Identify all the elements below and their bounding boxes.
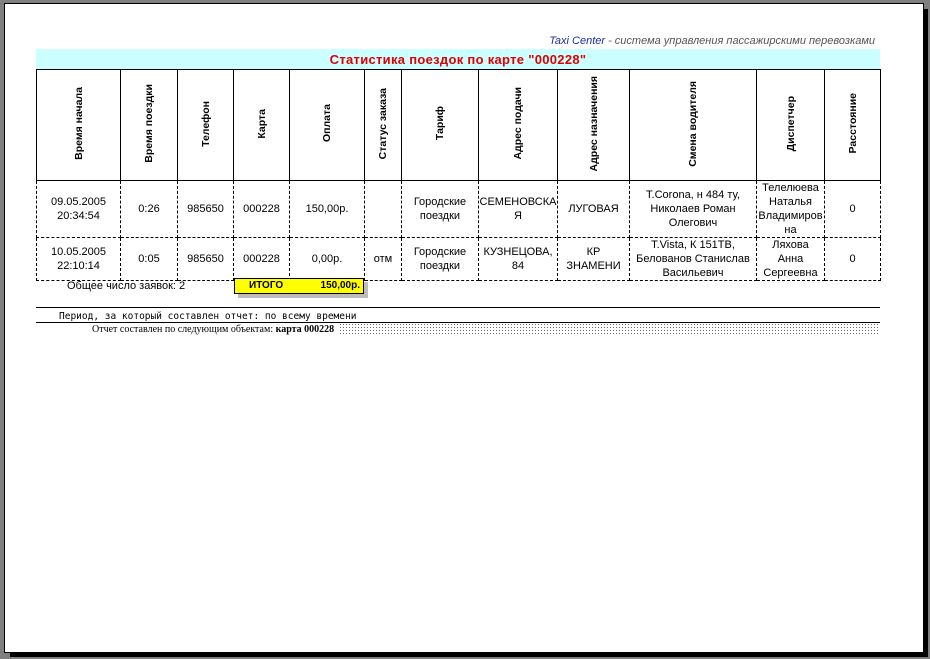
- table-cell: Городские поездки: [401, 237, 479, 281]
- table-header-row: Время начала Время поездки Телефон Карта Опл…: [36, 69, 881, 181]
- table-cell: 0: [824, 237, 881, 281]
- table-cell: 0: [824, 180, 881, 238]
- table-cell: 0,00р.: [289, 237, 365, 281]
- total-value: 150,00р.: [320, 280, 360, 291]
- brand-name: Taxi Center: [549, 35, 606, 47]
- column-header-label: Адрес подачи: [512, 87, 524, 160]
- table-cell: [364, 180, 402, 238]
- table-cell: Телелюева Наталья Владимиров на: [756, 180, 825, 238]
- total-box: ИТОГО 150,00р.: [234, 278, 364, 294]
- column-header: Статус заказа: [364, 69, 402, 181]
- column-header: Смена водителя: [629, 69, 757, 181]
- table-cell: Городские поездки: [401, 180, 479, 238]
- table-cell: 0:26: [120, 180, 178, 238]
- objects-text: Отчет составлен по следующим объектам: к…: [36, 323, 339, 335]
- column-header-label: Расстояние: [846, 93, 859, 154]
- column-header: Время поездки: [120, 69, 178, 181]
- report-title: Статистика поездок по карте "000228": [36, 49, 880, 70]
- report-period: Период, за который составлен отчет: по в…: [59, 311, 357, 322]
- column-header: Расстояние: [824, 69, 881, 181]
- table-cell: 000228: [233, 237, 290, 281]
- column-header: Тариф: [401, 69, 479, 181]
- divider: [36, 307, 880, 308]
- table-cell: КР ЗНАМЕНИ: [557, 237, 630, 281]
- column-header-label: Адрес назначения: [587, 75, 600, 172]
- column-header: Время начала: [36, 69, 121, 181]
- table-cell: ЛУГОВАЯ: [557, 180, 630, 238]
- report-title-text: Статистика поездок по карте "000228": [329, 52, 587, 67]
- column-header: Диспетчер: [756, 69, 825, 181]
- column-header-label: Карта: [255, 108, 268, 139]
- table-row: 10.05.2005 22:10:14 0:05 985650 000228 0,00р…: [36, 237, 881, 281]
- column-header-label: Диспетчер: [784, 95, 797, 152]
- column-header: Оплата: [289, 69, 365, 181]
- table-cell: Ляхова Анна Сергеевна: [756, 237, 825, 281]
- app-subtitle: - система управления пассажирскими перев…: [605, 35, 875, 47]
- app-header: Taxi Center - система управления пассажи…: [549, 35, 875, 47]
- column-header: Карта: [233, 69, 290, 181]
- objects-value: карта 000228: [275, 324, 335, 335]
- table-cell: 985650: [177, 180, 234, 238]
- column-header-label: Оплата: [321, 104, 333, 143]
- table-cell: 985650: [177, 237, 234, 281]
- table-cell: КУЗНЕЦОВА, 84: [478, 237, 558, 281]
- report-objects: Отчет составлен по следующим объектам: к…: [36, 322, 880, 336]
- column-header: Телефон: [177, 69, 234, 181]
- trips-table: Время начала Время поездки Телефон Карта Опл…: [36, 69, 881, 281]
- column-header-label: Смена водителя: [687, 80, 699, 167]
- table-cell: 0:05: [120, 237, 178, 281]
- column-header-label: Время поездки: [143, 84, 155, 163]
- objects-label: Отчет составлен по следующим объектам:: [92, 324, 274, 335]
- table-cell: 000228: [233, 180, 290, 238]
- table-cell: T.Vista, К 151ТВ, Белованов Станислав Ва…: [629, 237, 757, 281]
- total-label: ИТОГО: [249, 280, 284, 291]
- column-header-label: Время начала: [72, 87, 85, 160]
- column-header-label: Тариф: [434, 106, 446, 141]
- table-cell: 150,00р.: [289, 180, 365, 238]
- column-header-label: Статус заказа: [377, 87, 389, 160]
- report-page: Taxi Center - система управления пассажи…: [4, 3, 924, 653]
- table-cell: СЕМЕНОВСКА Я: [478, 180, 558, 238]
- total-requests: Общее число заявок: 2: [67, 280, 186, 292]
- table-row: 09.05.2005 20:34:54 0:26 985650 000228 150,0…: [36, 180, 881, 238]
- table-cell: 09.05.2005 20:34:54: [36, 180, 121, 238]
- table-cell: 10.05.2005 22:10:14: [36, 237, 121, 281]
- table-cell: отм: [364, 237, 402, 281]
- column-header: Адрес подачи: [478, 69, 558, 181]
- table-cell: T.Corona, н 484 ту, Николаев Роман Олего…: [629, 180, 757, 238]
- column-header: Адрес назначения: [557, 69, 630, 181]
- column-header-label: Телефон: [199, 100, 212, 147]
